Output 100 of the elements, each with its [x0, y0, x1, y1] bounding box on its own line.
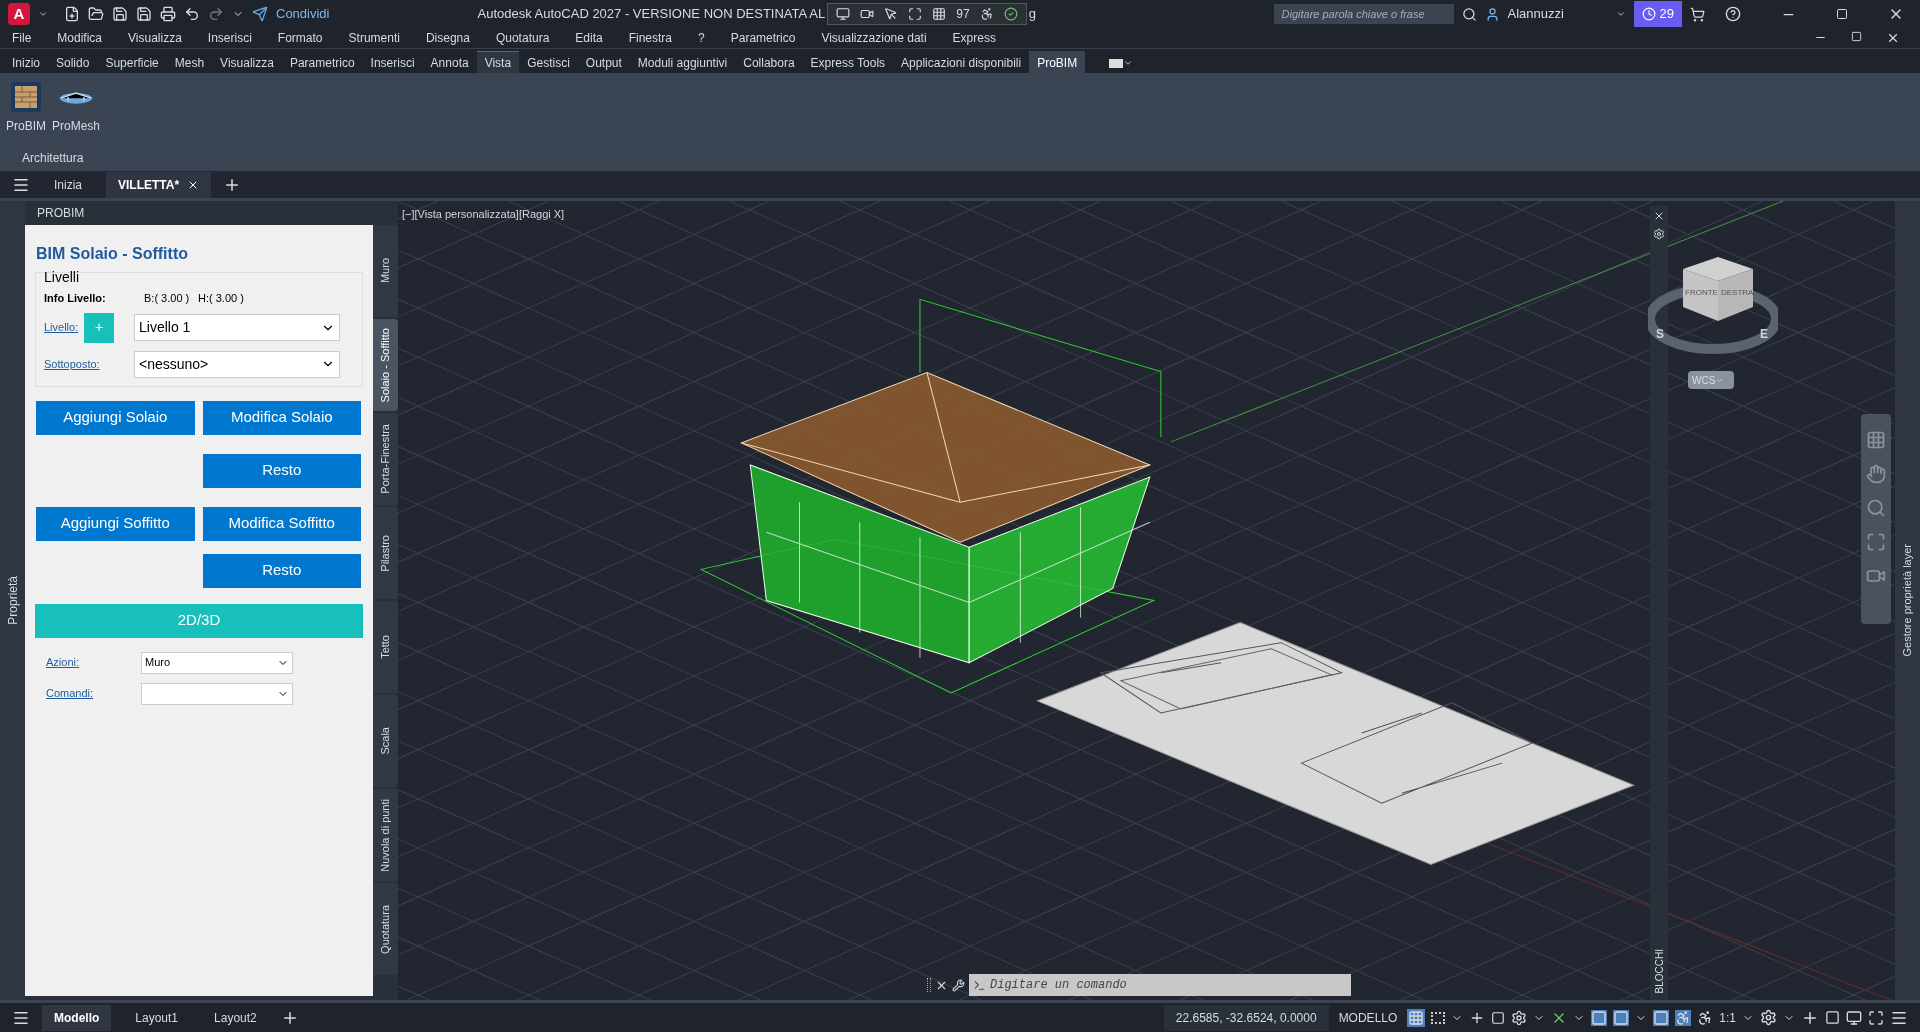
cube-face-label[interactable]: FRONTE: [1685, 289, 1718, 297]
side-tab-label[interactable]: Tetto: [377, 635, 394, 659]
new-file-icon[interactable]: [64, 6, 80, 22]
actions-link[interactable]: Azioni:: [46, 654, 141, 671]
fullscreen-icon[interactable]: [1868, 1009, 1884, 1026]
side-tab-label[interactable]: Solaio - Soffitto: [377, 327, 394, 403]
monitor-icon[interactable]: [836, 7, 851, 21]
commands-link[interactable]: Comandi:: [46, 685, 141, 702]
wrench-icon[interactable]: [952, 978, 965, 992]
ribbon-tab[interactable]: Applicazioni disponibili: [893, 51, 1030, 73]
user-name[interactable]: Alannuzzi: [1507, 4, 1608, 24]
properties-strip[interactable]: Proprietà: [0, 201, 25, 1000]
ribbon-tab[interactable]: Solido: [48, 51, 98, 73]
save-icon[interactable]: [112, 6, 128, 22]
ribbon-tab[interactable]: Superficie: [97, 51, 167, 73]
ribbon-button[interactable]: ProBIM: [6, 81, 46, 135]
save-as-icon[interactable]: [136, 6, 152, 22]
menu-item[interactable]: ?: [698, 29, 705, 47]
menu-item[interactable]: Formato: [277, 29, 323, 47]
gear-icon[interactable]: [1653, 228, 1665, 240]
view-label[interactable]: [−][Vista personalizzata][Raggi X]: [402, 206, 565, 223]
side-tab-label[interactable]: Muro: [377, 258, 394, 284]
caret-icon[interactable]: [38, 9, 48, 19]
action-button[interactable]: Aggiungi Solaio: [36, 400, 195, 435]
grid-icon[interactable]: [932, 7, 947, 21]
zoom-icon[interactable]: [1866, 498, 1886, 518]
frame-icon[interactable]: [908, 7, 923, 21]
error-count[interactable]: 97: [956, 5, 970, 23]
ribbon-tab[interactable]: Vista: [476, 51, 520, 73]
trial-badge[interactable]: 29: [1633, 1, 1682, 27]
side-tab-label[interactable]: Quotatura: [377, 904, 394, 954]
menu-item[interactable]: Finestra: [628, 29, 673, 47]
side-tab-label[interactable]: Scala: [377, 727, 394, 755]
restore-icon[interactable]: [1851, 31, 1862, 42]
action-button[interactable]: Modifica Solaio: [202, 400, 361, 435]
ribbon-options-icon[interactable]: [1109, 59, 1124, 68]
menu-item[interactable]: Edita: [575, 29, 603, 47]
help-icon[interactable]: [1725, 6, 1741, 22]
action-button[interactable]: Modifica Soffitto: [202, 506, 361, 541]
ribbon-tab[interactable]: Mesh: [166, 51, 213, 73]
check-icon[interactable]: [1003, 7, 1018, 21]
side-tab[interactable]: Solaio - Soffitto: [373, 319, 398, 411]
ribbon-tab[interactable]: Parametrico: [281, 51, 363, 73]
under-dropdown[interactable]: <nessuno>: [134, 350, 340, 378]
paper-plane-icon[interactable]: [252, 6, 268, 22]
menu-item[interactable]: Disegna: [425, 29, 470, 47]
menu-item[interactable]: Express: [952, 29, 996, 47]
file-tab[interactable]: VILLETTA*: [106, 171, 212, 198]
side-tab-label[interactable]: Pilastro: [377, 534, 394, 572]
close-icon[interactable]: [1886, 31, 1900, 45]
compass-letter[interactable]: S: [1656, 325, 1664, 343]
action-button[interactable]: Aggiungi Soffitto: [36, 506, 195, 541]
side-tab[interactable]: Porta-Finestra: [373, 413, 398, 505]
ribbon-tab[interactable]: Inserisci: [362, 51, 423, 73]
layer-manager-label[interactable]: Gestore proprietà layer: [1899, 544, 1916, 657]
menu-item[interactable]: Visualizza: [128, 29, 182, 47]
view-cube-drawing[interactable]: [1648, 257, 1778, 354]
file-tab[interactable]: Inizia: [42, 171, 94, 198]
printer-icon[interactable]: [160, 6, 176, 22]
side-tab[interactable]: Nuvola di punti: [373, 789, 398, 881]
search-field[interactable]: Digitare parola chiave o frase: [1273, 4, 1454, 24]
cart-icon[interactable]: [1690, 6, 1705, 22]
level-link[interactable]: Livello:: [44, 319, 84, 336]
action-button[interactable]: Resto: [202, 553, 361, 588]
under-link[interactable]: Sottoposto:: [44, 355, 134, 373]
ribbon-button[interactable]: ProMesh: [52, 81, 101, 135]
caret-icon[interactable]: [1615, 9, 1626, 19]
ribbon-tab[interactable]: Visualizza: [212, 51, 282, 73]
layout-tab[interactable]: Layout2: [202, 1004, 269, 1031]
side-tab-label[interactable]: Porta-Finestra: [377, 424, 394, 494]
redo-icon[interactable]: [208, 6, 224, 22]
accessibility-icon[interactable]: [979, 7, 994, 21]
ribbon-tab[interactable]: Output: [577, 51, 630, 73]
ribbon-tab[interactable]: Annota: [422, 51, 477, 73]
coordinates[interactable]: 22.6585, -32.6524, 0.0000: [1163, 1004, 1329, 1031]
menu-item[interactable]: Parametrico: [730, 29, 796, 47]
menu-item[interactable]: Visualizzazione dati: [821, 29, 927, 47]
side-tab[interactable]: Pilastro: [373, 507, 398, 599]
ribbon-tab[interactable]: Express Tools: [802, 51, 894, 73]
pointer-icon[interactable]: [884, 7, 899, 21]
properties-label[interactable]: Proprietà: [3, 576, 22, 625]
space-toggle[interactable]: MODELLO: [1334, 1008, 1402, 1027]
grid-icon[interactable]: [1407, 1008, 1426, 1027]
level-dropdown[interactable]: Livello 1: [134, 314, 340, 341]
actions-dropdown[interactable]: Muro: [141, 651, 293, 674]
cube-face-label[interactable]: DESTRA: [1721, 289, 1754, 297]
side-tab[interactable]: Muro: [373, 225, 398, 317]
user-icon[interactable]: [1484, 6, 1500, 22]
menu-item[interactable]: File: [12, 29, 32, 47]
open-folder-icon[interactable]: [88, 6, 104, 22]
scale-menu[interactable]: 1:1: [1719, 1008, 1736, 1027]
caret-icon[interactable]: [1123, 58, 1134, 68]
menu-item[interactable]: Quotatura: [495, 29, 550, 47]
layout-tab[interactable]: Layout1: [123, 1004, 191, 1031]
ribbon-tab[interactable]: Gestisci: [519, 51, 578, 73]
gear-icon[interactable]: [1760, 1009, 1777, 1026]
menu-item[interactable]: Strumenti: [348, 29, 400, 47]
hand-icon[interactable]: [1866, 464, 1886, 484]
compass-letter[interactable]: E: [1760, 325, 1768, 343]
drawing-viewport[interactable]: [−][Vista personalizzata][Raggi X] BLOCCHI FRONTE DESTRA S E WCS Digitare un comando: [398, 201, 1895, 1000]
